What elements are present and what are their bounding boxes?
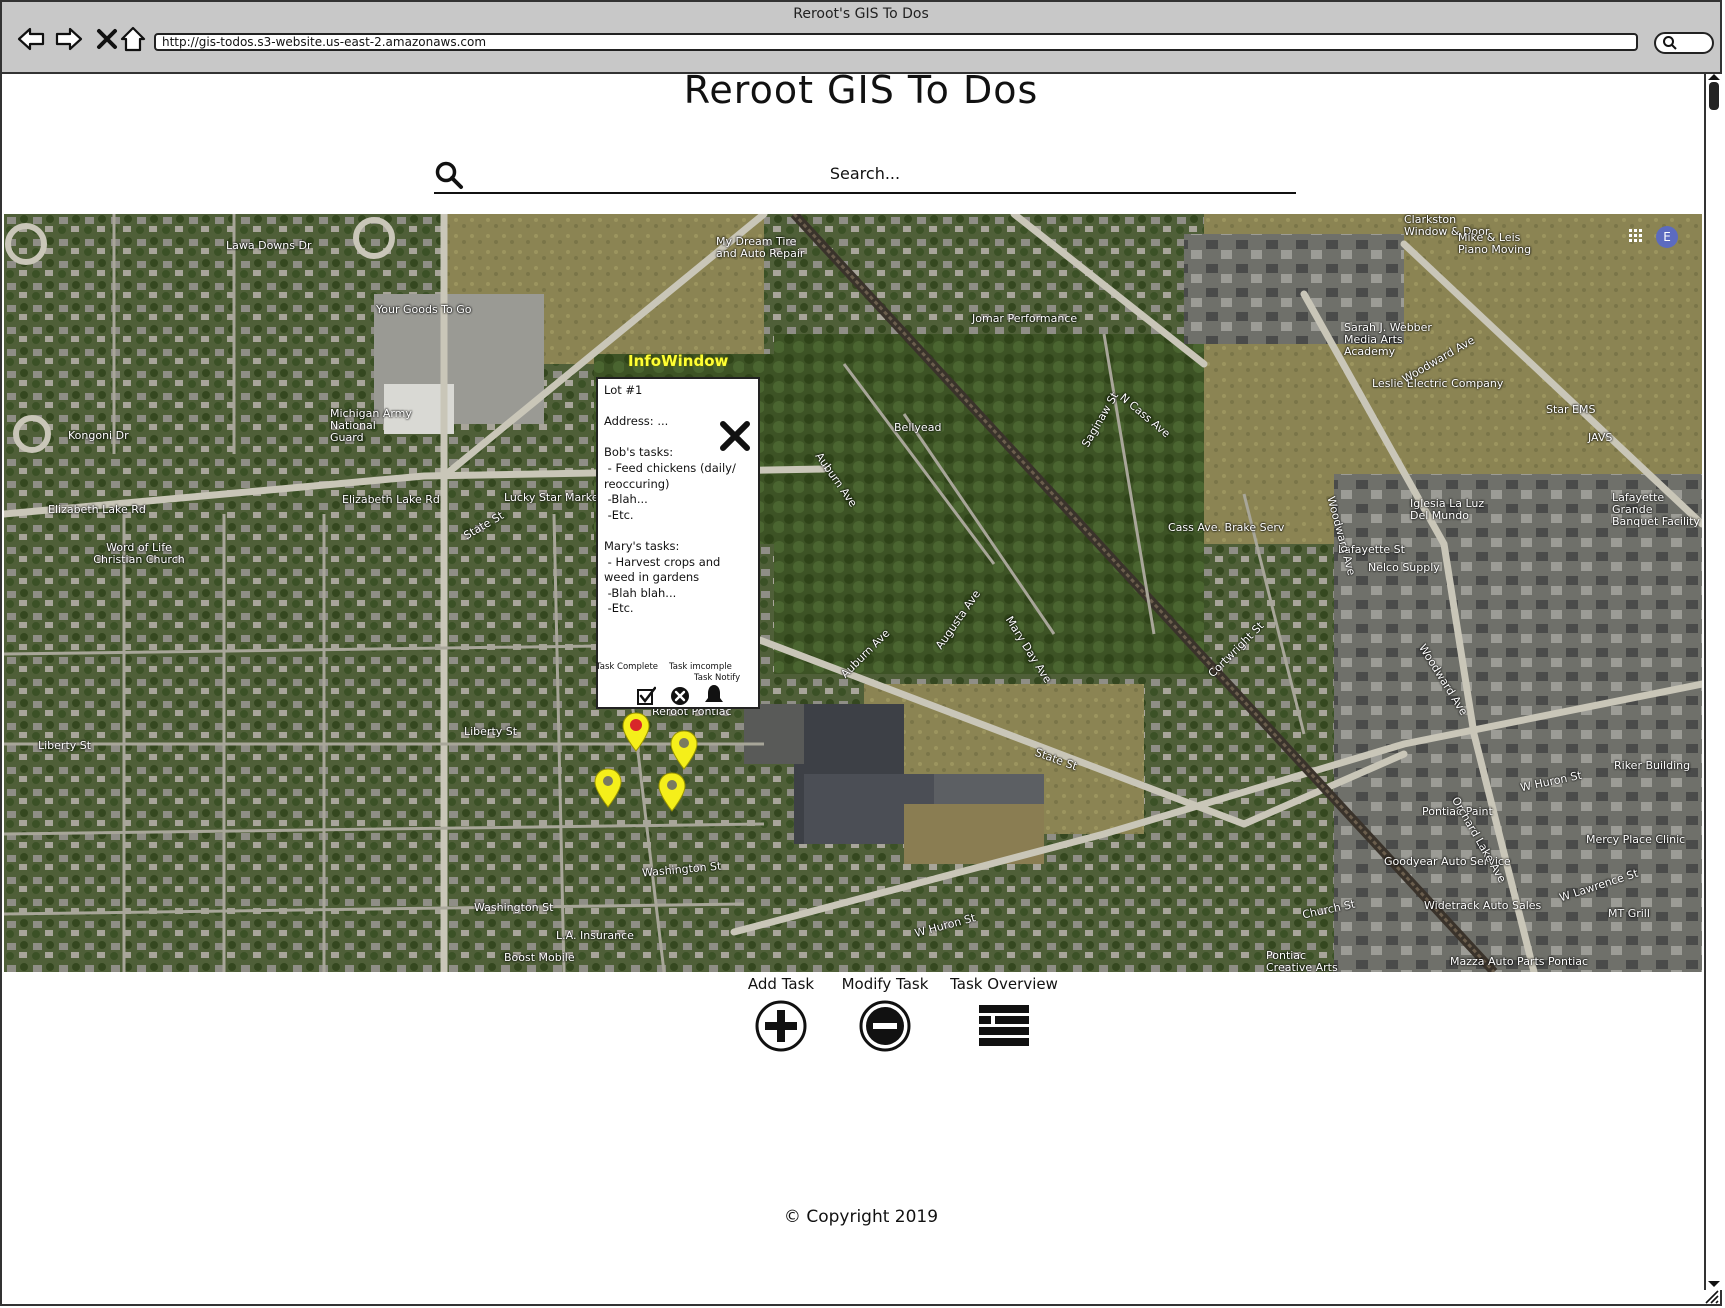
search-input[interactable]: Search... (434, 158, 1296, 194)
map-label-star-ems: Star EMS (1546, 403, 1596, 416)
task-overview-list-icon[interactable] (977, 999, 1031, 1053)
map-label-nelco: Nelco Supply (1368, 561, 1440, 574)
address-bar[interactable]: http://gis-todos.s3-website.us-east-2.am… (154, 33, 1638, 51)
map-label-goods-to-go: Your Goods To Go (376, 303, 472, 316)
location-pin-icon[interactable] (622, 712, 650, 752)
checkbox-checked-icon[interactable] (636, 686, 656, 706)
map-label-lawa-downs: Lawa Downs Dr (226, 239, 312, 252)
add-task-label: Add Task (747, 975, 815, 993)
browser-window: Reroot's GIS To Dos http://gis-todos.s3-… (0, 0, 1722, 1306)
satellite-map[interactable]: Clarkston Window & Door My Dream Tire an… (4, 214, 1702, 972)
search-placeholder: Search... (829, 164, 901, 183)
task-complete-label: Task Complete (596, 662, 659, 672)
resize-grip-icon[interactable] (1702, 1288, 1720, 1304)
add-task-action: Add Task (726, 975, 836, 1053)
scrollbar-thumb[interactable] (1709, 82, 1719, 110)
search-icon (1663, 36, 1677, 50)
map-label-piano-moving: Mike & Leis Piano Moving (1458, 231, 1532, 256)
close-icon[interactable] (718, 419, 752, 453)
map-label-kongoni-dr: Kongoni Dr (68, 429, 129, 442)
infowindow-panel: Lot #1 Address: ... Bob's tasks: - Feed … (596, 377, 760, 709)
map-label-elizabeth-lake: Elizabeth Lake Rd (48, 503, 146, 516)
map-label-word-of-life: Word of Life Christian Church (93, 541, 185, 566)
apps-grid-icon[interactable] (1628, 228, 1644, 244)
scroll-down-arrow-icon[interactable] (1707, 1280, 1721, 1288)
map-label-riker: Riker Building (1614, 759, 1691, 772)
forward-arrow-icon[interactable] (54, 24, 84, 54)
map-label-media-arts: Sarah J. Webber Media Arts Academy (1344, 321, 1432, 358)
map-label-creative-arts: Pontiac Creative Arts Center (1266, 949, 1338, 973)
location-pin-icon[interactable] (658, 772, 686, 812)
browser-toolbar: Reroot's GIS To Dos http://gis-todos.s3-… (2, 2, 1720, 74)
modify-task-minus-icon[interactable] (858, 999, 912, 1053)
bell-icon[interactable] (704, 684, 724, 704)
modify-task-label: Modify Task (841, 975, 929, 993)
infowindow-title: InfoWindow (628, 352, 729, 370)
task-overview-action: Task Overview (948, 975, 1060, 1053)
vertical-scrollbar[interactable] (1704, 74, 1722, 1290)
map-label-mazza: Mazza Auto Parts Pontiac (1450, 955, 1589, 968)
circle-x-icon[interactable] (670, 686, 690, 706)
map-label-leslie-electric: Leslie Electric Company (1372, 377, 1504, 390)
location-pin-icon[interactable] (594, 768, 622, 808)
map-label-liberty-st-west: Liberty St (38, 739, 92, 752)
map-label-elizabeth-lake-east: Elizabeth Lake Rd (342, 493, 440, 506)
task-notify-label: Task Notify (694, 673, 741, 683)
map-label-lucky-star: Lucky Star Market (504, 491, 603, 504)
scroll-up-arrow-icon[interactable] (1707, 73, 1721, 81)
map-label-cass-brake: Cass Ave. Brake Serv (1168, 521, 1285, 534)
map-label-bellyead: Bellyead (894, 421, 942, 434)
map-label-boost-mobile: Boost Mobile (504, 951, 575, 964)
home-icon[interactable] (118, 24, 148, 54)
task-incomplete-label: Task imcomple (669, 662, 732, 672)
back-arrow-icon[interactable] (16, 24, 46, 54)
copyright-footer: © Copyright 2019 (783, 1207, 939, 1227)
map-label-dream-tire: My Dream Tire and Auto Repair (716, 235, 805, 260)
modify-task-action: Modify Task (830, 975, 940, 1053)
map-label-liberty-st-center: Liberty St (464, 725, 518, 738)
map-label-lafayette-banquet: Lafayette Grande Banquet Facility (1612, 491, 1700, 528)
map-label-widetrack: Widetrack Auto Sales (1424, 899, 1542, 912)
map-label-national-guard: Michigan Army National Guard (330, 407, 412, 444)
location-pin-icon[interactable] (670, 730, 698, 770)
map-label-mt-grill: MT Grill (1608, 907, 1650, 920)
page-title: Reroot GIS To Dos (683, 68, 1039, 112)
user-avatar[interactable]: E (1656, 226, 1678, 248)
map-label-washington-st-west: Washington St (474, 901, 554, 914)
map-label-la-insurance: L.A. Insurance (556, 929, 634, 942)
window-title: Reroot's GIS To Dos (793, 6, 929, 22)
map-label-mercy-clinic: Mercy Place Clinic (1586, 833, 1686, 846)
add-task-plus-icon[interactable] (754, 999, 808, 1053)
browser-search-field[interactable] (1654, 32, 1714, 54)
task-overview-label: Task Overview (950, 975, 1058, 993)
map-label-iglesia: Iglesia La Luz Del Mundo (1410, 497, 1485, 522)
map-label-jomar: Jomar Performance (972, 312, 1078, 325)
map-label-javs: JAVS (1588, 431, 1613, 444)
